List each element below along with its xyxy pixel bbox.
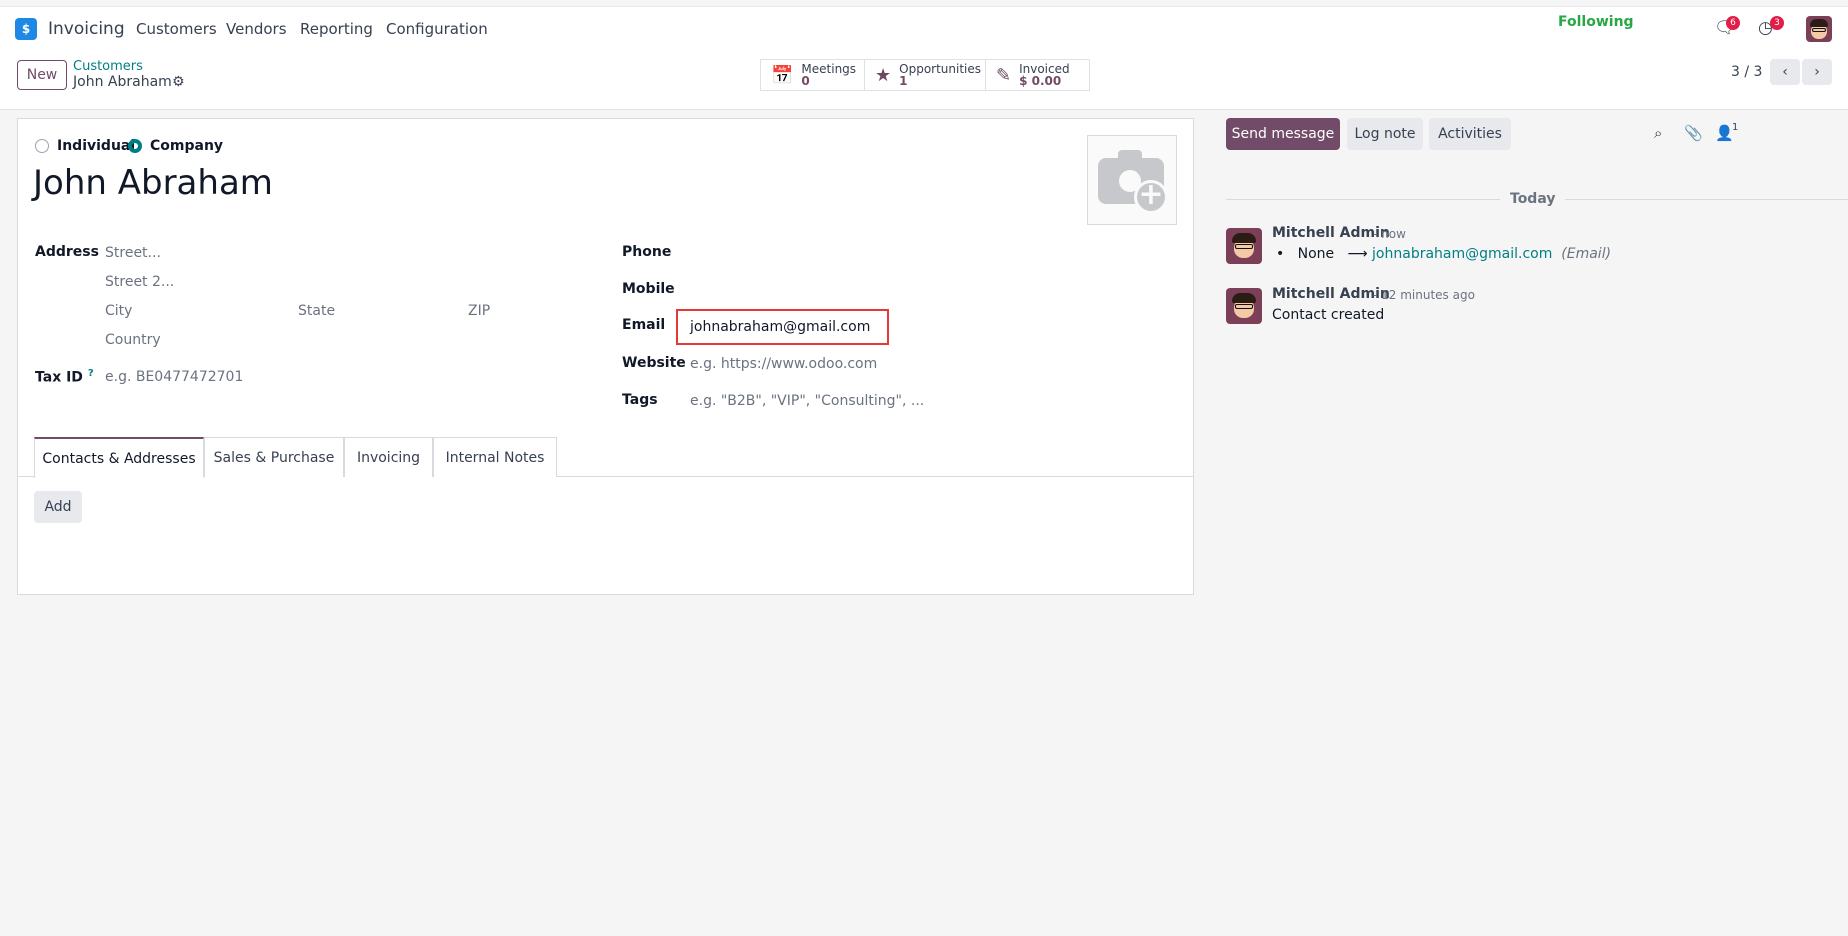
invoiced-smart-button[interactable]: ✎ Invoiced $ 0.00	[986, 60, 1089, 90]
activities-badge: 3	[1770, 16, 1784, 30]
pager-value: 3 / 3	[1731, 64, 1763, 80]
mobile-input[interactable]	[690, 272, 890, 302]
meetings-count: 0	[801, 74, 810, 88]
taxid-input[interactable]: e.g. BE0477472701	[105, 369, 243, 385]
messages-badge: 6	[1726, 16, 1740, 30]
zip-input[interactable]: ZIP	[468, 303, 490, 319]
radio-circle-checked	[128, 139, 142, 153]
country-select[interactable]: Country	[105, 332, 161, 348]
radio-individual[interactable]: Individual	[35, 138, 135, 154]
log-note-button[interactable]: Log note	[1347, 118, 1423, 150]
invoiced-amount: $ 0.00	[1019, 74, 1062, 88]
camera-plus-icon: +	[1098, 150, 1168, 214]
calendar-icon: 📅	[771, 64, 794, 86]
image-upload[interactable]: +	[1087, 135, 1177, 225]
app-name[interactable]: Invoicing	[48, 19, 125, 39]
meetings-smart-button[interactable]: 📅 Meetings 0	[761, 60, 865, 90]
send-message-button[interactable]: Send message	[1226, 118, 1340, 150]
website-input[interactable]: e.g. https://www.odoo.com	[690, 356, 877, 372]
opportunities-count: 1	[899, 74, 908, 88]
chevron-right-icon: ›	[1814, 64, 1820, 80]
following-button[interactable]: Following	[1558, 14, 1634, 30]
street2-input[interactable]: Street 2...	[105, 274, 174, 290]
city-input[interactable]: City	[105, 303, 132, 319]
breadcrumb-current: John Abraham	[73, 74, 172, 90]
partner-name-field[interactable]: John Abraham	[33, 163, 273, 203]
opportunities-label: Opportunities	[899, 62, 982, 76]
mobile-label: Mobile	[622, 281, 675, 297]
website-label: Website	[622, 355, 686, 371]
form-sheet: Individual Company John Abraham + Addres…	[17, 118, 1194, 595]
radio-company[interactable]: Company	[128, 138, 223, 154]
gear-icon[interactable]: ⚙	[172, 74, 185, 90]
star-icon: ★	[875, 64, 892, 86]
breadcrumb-customers[interactable]: Customers	[73, 59, 143, 74]
nav-configuration[interactable]: Configuration	[386, 20, 488, 38]
pager-previous-button[interactable]: ‹	[1770, 59, 1800, 85]
tab-internal-notes[interactable]: Internal Notes	[433, 437, 557, 477]
radio-individual-label: Individual	[57, 138, 136, 154]
taxid-label-text: Tax ID	[35, 369, 83, 386]
followers-count: 1	[1732, 122, 1739, 133]
state-select[interactable]: State	[298, 303, 335, 319]
control-panel: New Customers John Abraham ⚙ 📅 Meetings 0…	[0, 50, 1848, 110]
email-input[interactable]: johnabraham@gmail.com	[690, 319, 870, 335]
radio-company-label: Company	[150, 138, 224, 154]
tags-input[interactable]: e.g. "B2B", "VIP", "Consulting", ...	[690, 393, 924, 409]
address-label: Address	[35, 244, 99, 260]
tab-contacts-addresses[interactable]: Contacts & Addresses	[34, 437, 204, 478]
tab-invoicing[interactable]: Invoicing	[344, 437, 433, 477]
taxid-label: Tax ID ?	[35, 368, 94, 386]
phone-label: Phone	[622, 244, 672, 260]
new-button[interactable]: New	[17, 60, 67, 90]
followers-icon[interactable]: 👤	[1715, 124, 1734, 142]
chevron-left-icon: ‹	[1782, 64, 1788, 80]
chatter: Send message Log note Activities ⌕ 📎 👤 1	[1210, 110, 1848, 936]
invoicing-app-icon[interactable]: $	[15, 18, 40, 43]
user-avatar[interactable]	[1806, 16, 1832, 42]
smart-buttons: 📅 Meetings 0 ★ Opportunities 1 ✎ Invoiced $…	[760, 59, 1090, 91]
email-label: Email	[622, 317, 666, 333]
paperclip-icon[interactable]: 📎	[1684, 124, 1703, 142]
activities-button[interactable]: Activities	[1429, 118, 1511, 150]
tab-sales-purchase[interactable]: Sales & Purchase	[204, 437, 344, 477]
tags-label: Tags	[622, 392, 658, 408]
pager-next-button[interactable]: ›	[1802, 59, 1832, 85]
street-input[interactable]: Street...	[105, 245, 161, 261]
radio-circle	[35, 139, 49, 153]
nav-vendors[interactable]: Vendors	[226, 20, 287, 38]
add-contact-button[interactable]: Add	[34, 491, 82, 523]
notebook-tabs: Contacts & Addresses Sales & Purchase In…	[18, 437, 1193, 478]
opportunities-smart-button[interactable]: ★ Opportunities 1	[865, 60, 986, 90]
nav-reporting[interactable]: Reporting	[300, 20, 373, 38]
taxid-help-icon[interactable]: ?	[88, 368, 94, 379]
edit-icon: ✎	[996, 64, 1012, 86]
phone-input[interactable]	[690, 235, 890, 265]
nav-customers[interactable]: Customers	[136, 20, 217, 38]
search-icon[interactable]: ⌕	[1654, 124, 1662, 142]
